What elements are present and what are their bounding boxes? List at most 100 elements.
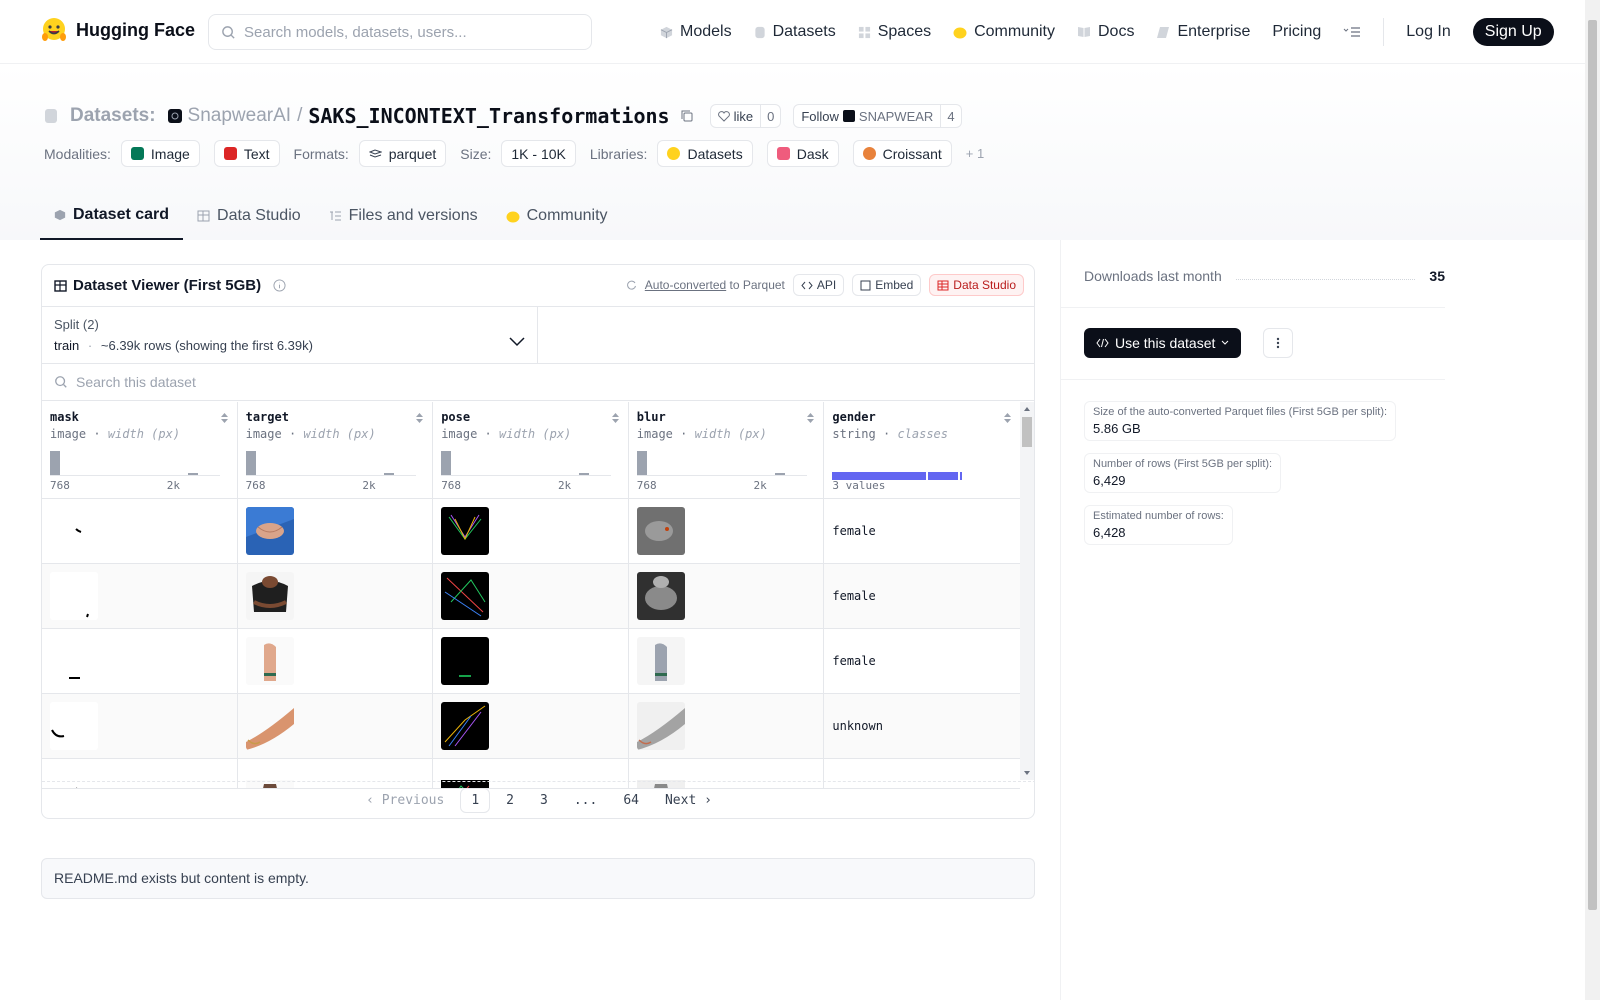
login-link[interactable]: Log In [1406,18,1450,46]
gender-cell[interactable]: female [824,564,1020,628]
search-input[interactable] [244,23,574,41]
blur-thumbnail[interactable] [636,637,685,685]
blur-cell[interactable] [629,499,825,563]
column-pose[interactable]: pose image · width (px) 768 2k [433,402,629,498]
split-selector[interactable]: Split (2) train · ~6.39k rows (showing t… [42,307,538,363]
scroll-thumb[interactable] [1022,417,1032,447]
column-blur[interactable]: blur image · width (px) 768 2k [629,402,825,498]
mask-cell[interactable] [42,694,238,758]
pose-thumbnail[interactable] [441,637,490,685]
sort-icon[interactable] [806,412,815,424]
tag-image[interactable]: Image [120,140,200,167]
blur-thumbnail[interactable] [636,572,685,620]
sort-icon[interactable] [611,412,620,424]
mask-thumbnail[interactable] [50,507,98,555]
nav-spaces[interactable]: Spaces [858,18,931,46]
pose-thumbnail[interactable] [441,572,490,620]
global-search[interactable] [208,14,592,50]
tab-data-studio[interactable]: Data Studio [183,192,315,240]
target-thumbnail[interactable] [245,572,294,620]
data-studio-button[interactable]: Data Studio [929,274,1024,296]
signup-button[interactable]: Sign Up [1472,18,1554,46]
target-thumbnail[interactable] [245,702,294,750]
tab-files[interactable]: Files and versions [315,192,492,240]
nav-more-menu[interactable] [1343,18,1361,46]
mask-thumbnail[interactable] [50,702,98,750]
embed-button[interactable]: Embed [852,274,922,296]
info-icon[interactable] [273,279,286,292]
blur-thumbnail[interactable] [636,507,685,555]
dataset-search[interactable] [42,364,1034,401]
api-button[interactable]: API [792,274,845,296]
pose-cell[interactable] [433,499,629,563]
tag-size[interactable]: 1K - 10K [501,140,576,167]
target-cell[interactable] [238,629,434,693]
follow-button[interactable]: Follow SNAPWEAR 4 [793,104,962,128]
pose-thumbnail[interactable] [441,507,490,555]
page-3[interactable]: 3 [530,789,558,812]
blur-cell[interactable] [629,564,825,628]
table-scrollbar[interactable] [1020,402,1034,780]
use-dataset-button[interactable]: Use this dataset [1084,328,1242,358]
scroll-up-icon[interactable] [1020,404,1034,414]
more-options-button[interactable] [1263,328,1293,358]
column-gender[interactable]: gender string · classes 3 values [824,402,1020,498]
blur-cell[interactable] [629,629,825,693]
nav-community[interactable]: Community [953,18,1055,46]
mask-thumbnail[interactable] [50,637,98,685]
more-libraries[interactable]: + 1 [966,146,984,161]
tag-croissant[interactable]: Croissant [852,140,952,167]
gender-cell[interactable]: female [824,629,1020,693]
gender-cell[interactable]: female [824,499,1020,563]
gender-cell[interactable]: unknown [824,694,1020,758]
table-row[interactable]: female [42,499,1020,564]
nav-models[interactable]: Models [660,18,732,46]
dataset-search-input[interactable] [76,374,576,390]
sort-icon[interactable] [220,412,229,424]
pose-cell[interactable] [433,564,629,628]
mask-cell[interactable] [42,564,238,628]
owner-link[interactable]: SnapwearAI [188,105,292,127]
scroll-down-icon[interactable] [1020,768,1034,778]
nav-docs[interactable]: Docs [1077,18,1134,46]
nav-datasets[interactable]: Datasets [754,18,836,46]
mask-thumbnail[interactable] [50,572,98,620]
page-scrollbar[interactable] [1585,0,1600,1000]
page-1[interactable]: 1 [460,788,491,813]
page-64[interactable]: 64 [613,789,649,812]
tab-dataset-card[interactable]: Dataset card [40,192,184,240]
column-target[interactable]: target image · width (px) 768 2k [238,402,434,498]
pose-cell[interactable] [433,629,629,693]
like-button[interactable]: like 0 [709,104,782,128]
blur-thumbnail[interactable] [636,702,685,750]
page-2[interactable]: 2 [496,789,524,812]
brand-logo[interactable]: Hugging Face [40,16,195,44]
previous-page-button[interactable]: ‹ Previous [356,789,454,812]
table-row[interactable]: female [42,564,1020,629]
pose-cell[interactable] [433,694,629,758]
tag-dask[interactable]: Dask [766,140,839,167]
target-thumbnail[interactable] [245,637,294,685]
tag-parquet[interactable]: parquet [358,140,447,167]
target-cell[interactable] [238,564,434,628]
column-mask[interactable]: mask image · width (px) 768 2k [42,402,238,498]
table-row[interactable]: female [42,629,1020,694]
sort-icon[interactable] [415,412,424,424]
sort-icon[interactable] [1003,412,1012,424]
pose-thumbnail[interactable] [441,702,490,750]
tag-datasets-lib[interactable]: Datasets [657,140,753,167]
table-row[interactable]: unknown [42,694,1020,759]
auto-converted-link[interactable]: Auto-converted [645,278,726,292]
copy-icon[interactable] [680,109,694,123]
tag-text[interactable]: Text [213,140,280,167]
tab-community[interactable]: Community [492,192,622,240]
mask-cell[interactable] [42,629,238,693]
target-cell[interactable] [238,499,434,563]
target-thumbnail[interactable] [245,507,294,555]
mask-cell[interactable] [42,499,238,563]
gender-cell[interactable] [824,759,1020,775]
page-scroll-thumb[interactable] [1588,20,1597,910]
nav-enterprise[interactable]: Enterprise [1156,18,1250,46]
blur-cell[interactable] [629,694,825,758]
next-page-button[interactable]: Next › [655,789,722,812]
